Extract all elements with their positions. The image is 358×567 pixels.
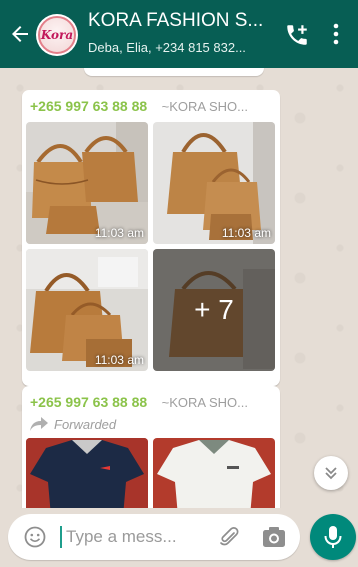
scroll-down-button[interactable] (314, 456, 348, 490)
photo-thumbnail[interactable] (26, 438, 148, 508)
emoji-icon[interactable] (24, 526, 46, 548)
avatar-logo: Kora (38, 16, 76, 54)
sender-phone[interactable]: +265 997 63 88 88 (30, 394, 147, 410)
message-bubble-album[interactable]: +265 997 63 88 88 ~KORA SHO... 11:03 am (22, 90, 280, 386)
add-call-icon[interactable] (284, 22, 310, 48)
photo-timestamp: 11:03 am (221, 226, 271, 240)
previous-message-bubble[interactable] (84, 68, 264, 76)
sender-name: ~KORA SHO... (161, 99, 248, 114)
photo-timestamp: 11:03 am (94, 353, 144, 367)
photo-timestamp: 11:03 am (94, 226, 144, 240)
forward-arrow-icon (30, 417, 48, 431)
paperclip-icon[interactable] (218, 526, 240, 548)
more-photos-tile[interactable]: + 7 (153, 249, 275, 371)
polo-shirt-photo (153, 438, 275, 508)
avatar[interactable]: Kora (36, 14, 78, 56)
forwarded-label: Forwarded (54, 416, 117, 432)
microphone-icon (324, 526, 342, 548)
sender-row: +265 997 63 88 88 ~KORA SHO... (30, 98, 272, 116)
photo-thumbnail[interactable]: 11:03 am (26, 122, 148, 244)
back-arrow-icon[interactable] (8, 22, 32, 46)
text-cursor (60, 526, 62, 548)
chat-header: Kora KORA FASHION S... Deba, Elia, +234 … (0, 0, 358, 68)
more-options-icon[interactable] (332, 22, 340, 46)
sender-phone[interactable]: +265 997 63 88 88 (30, 98, 147, 114)
sender-row: +265 997 63 88 88 ~KORA SHO... (30, 394, 272, 412)
photo-thumbnail[interactable]: 11:03 am (153, 122, 275, 244)
forwarded-indicator: Forwarded (30, 416, 116, 432)
double-chevron-down-icon (325, 467, 337, 480)
more-photos-count: + 7 (153, 249, 275, 371)
chat-area[interactable]: +265 997 63 88 88 ~KORA SHO... 11:03 am (0, 68, 358, 508)
polo-shirt-photo (26, 438, 148, 508)
microphone-button[interactable] (310, 514, 356, 560)
message-composer (8, 514, 300, 560)
photo-thumbnail[interactable] (153, 438, 275, 508)
chat-title[interactable]: KORA FASHION S... (88, 10, 276, 32)
sender-name: ~KORA SHO... (161, 395, 248, 410)
message-bubble-forwarded[interactable]: +265 997 63 88 88 ~KORA SHO... Forwarded (22, 386, 280, 508)
message-input[interactable] (66, 524, 206, 550)
chat-participants[interactable]: Deba, Elia, +234 815 832... (88, 40, 276, 55)
photo-thumbnail[interactable]: 11:03 am (26, 249, 148, 371)
camera-icon[interactable] (262, 526, 286, 548)
